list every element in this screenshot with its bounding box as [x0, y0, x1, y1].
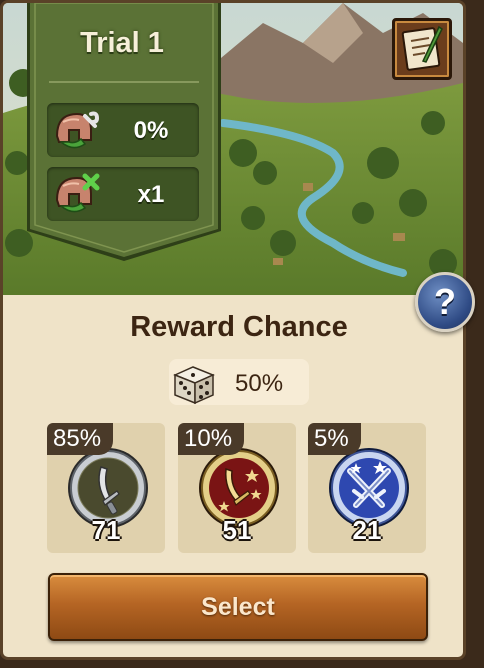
- reward-slot-red[interactable]: 10% 51: [178, 423, 296, 553]
- trial-title: Trial 1: [80, 27, 164, 59]
- slot-count: 71: [91, 515, 121, 545]
- stat-value-multiplier: x1: [137, 181, 165, 208]
- reward-slot-blue[interactable]: 5% 21: [308, 423, 426, 553]
- reward-chance: 50%: [169, 359, 309, 405]
- dice-icon: [173, 366, 215, 405]
- journal-button[interactable]: [392, 18, 452, 80]
- slot-count: 21: [352, 515, 382, 545]
- stat-row-multiplier: x1: [47, 167, 199, 221]
- stat-row-repair: 0%: [47, 103, 199, 157]
- slot-count: 51: [222, 515, 252, 545]
- stat-value-repair: 0%: [133, 117, 169, 144]
- reward-title: Reward Chance: [130, 311, 348, 343]
- divider: [49, 81, 199, 83]
- chance-value: 50%: [235, 370, 284, 397]
- trial-card: Trial 1 0% x1 Reward Chance 50% 85% 71 1…: [0, 0, 466, 660]
- select-button[interactable]: Select: [48, 573, 428, 641]
- helmet-cross-icon: [55, 173, 100, 213]
- helmet-wrench-icon: [55, 111, 100, 149]
- slot-percent: 10%: [178, 423, 245, 455]
- trial-banner: Trial 1 0% x1: [27, 3, 223, 261]
- reward-slot-silver[interactable]: 85% 71: [47, 423, 165, 553]
- slot-percent: 5%: [308, 423, 361, 455]
- journal-quill-icon: [401, 25, 443, 71]
- help-button[interactable]: ?: [415, 272, 475, 332]
- slot-percent: 85%: [47, 423, 114, 455]
